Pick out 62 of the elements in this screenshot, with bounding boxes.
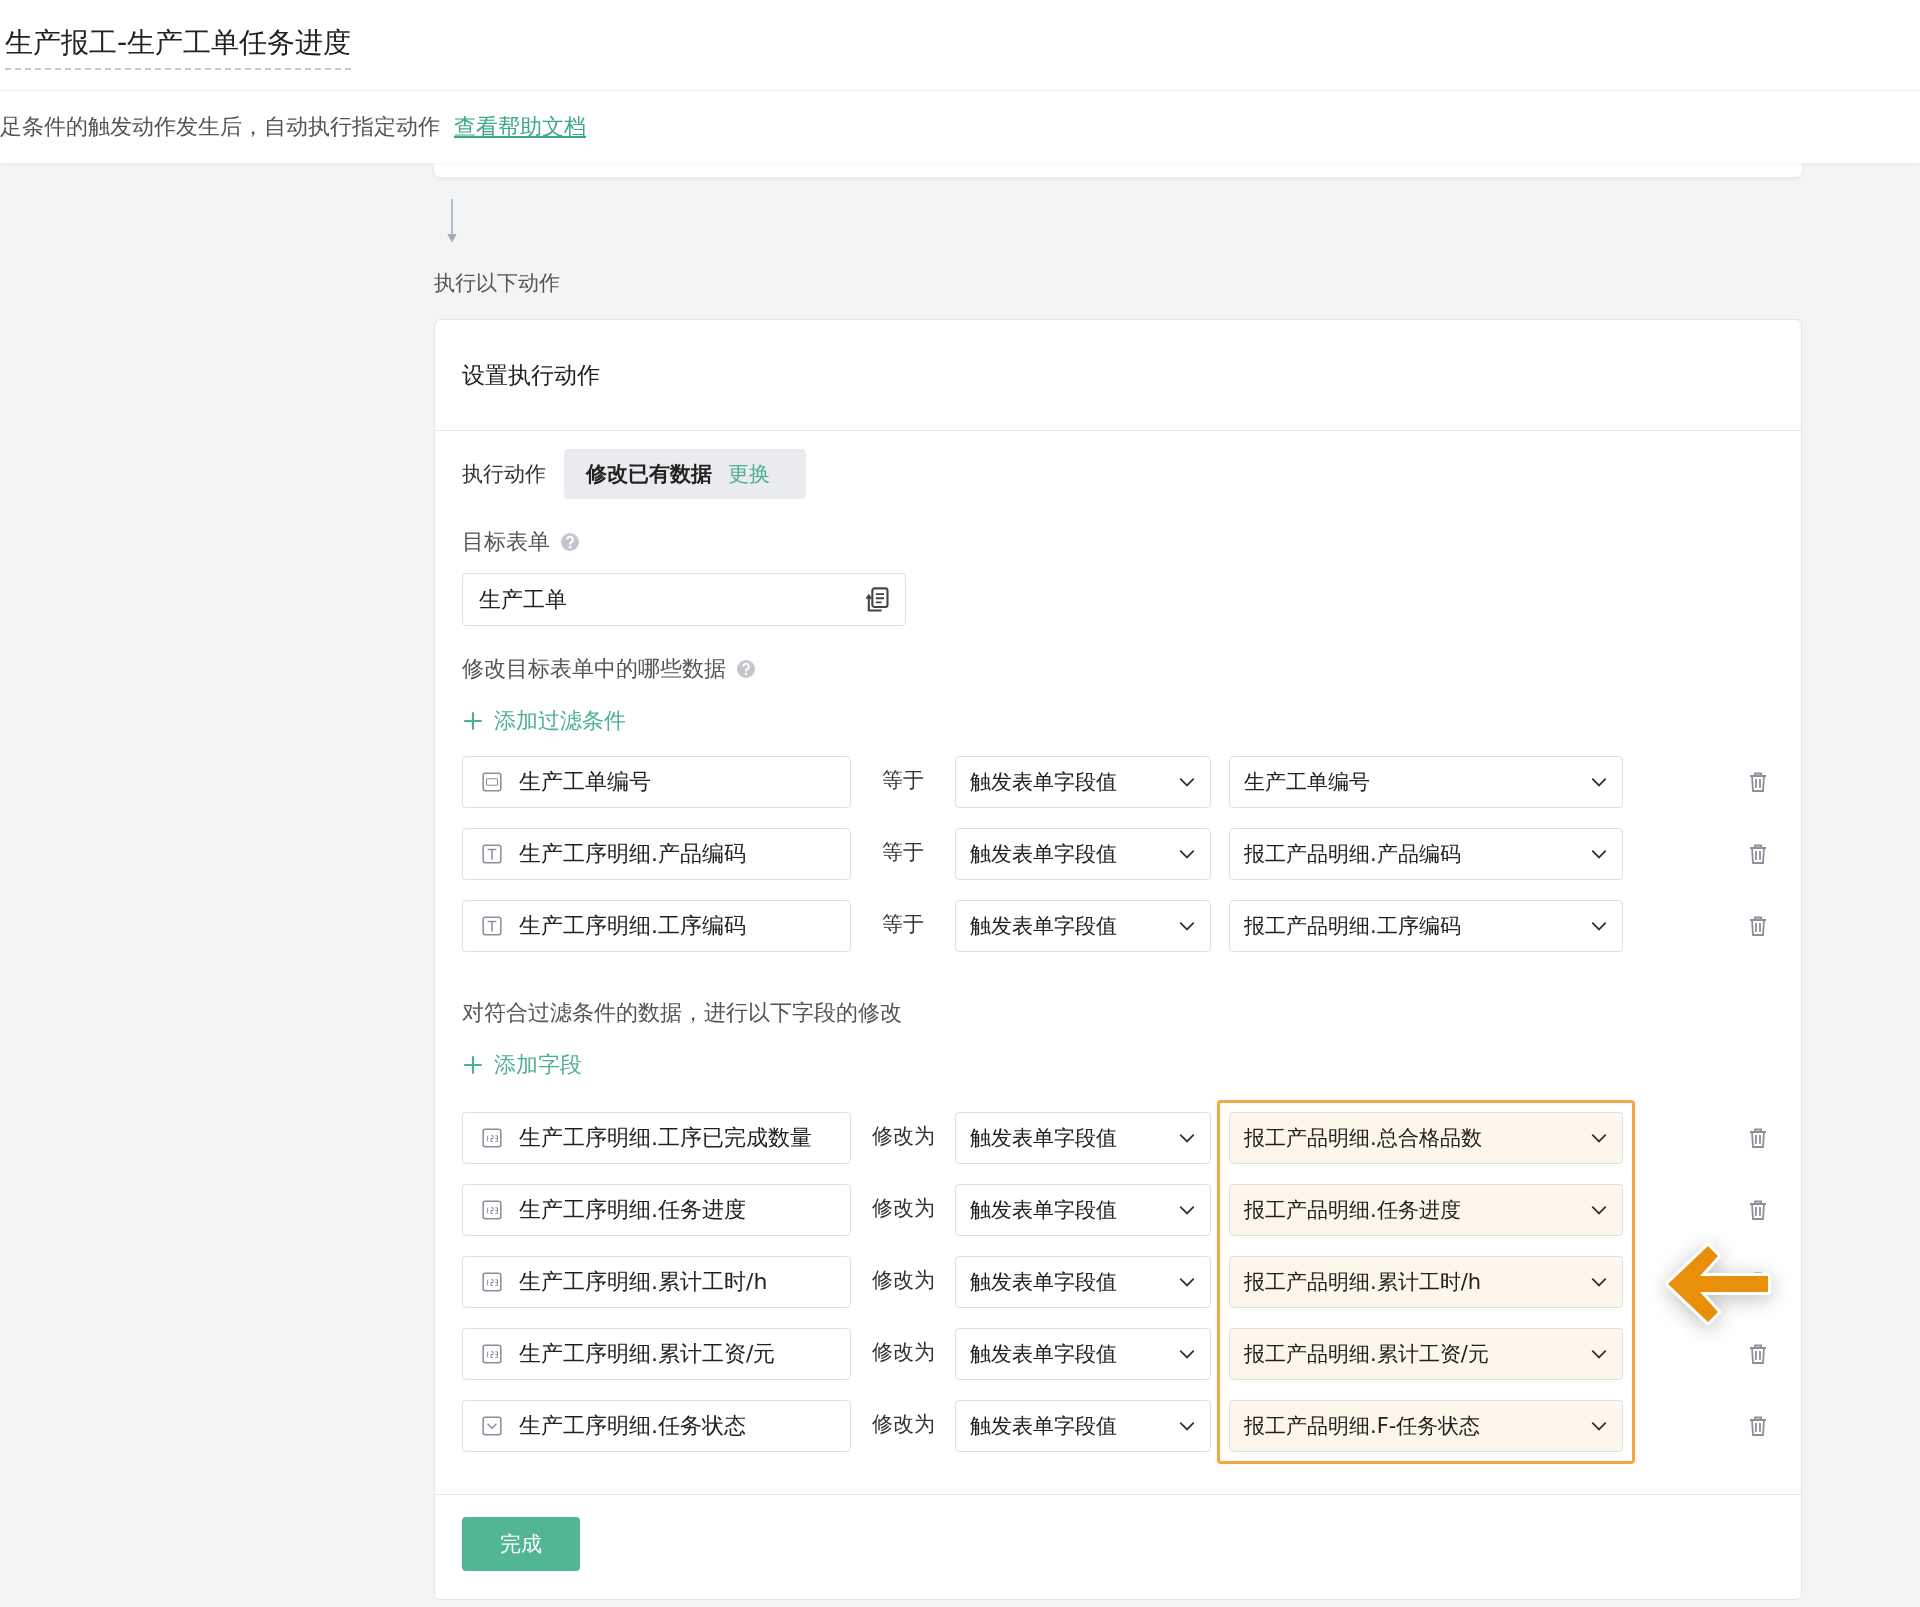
value-select[interactable]: 报工产品明细.累计工时/h	[1229, 1256, 1623, 1308]
delete-icon[interactable]	[1748, 770, 1768, 794]
source-select[interactable]: 触发表单字段值	[955, 1184, 1211, 1236]
action-value: 修改已有数据	[586, 461, 712, 488]
source-select[interactable]: 触发表单字段值	[955, 1112, 1211, 1164]
field-select[interactable]: 生产工单编号	[462, 756, 851, 808]
action-label: 执行动作	[462, 461, 546, 488]
help-icon[interactable]	[736, 659, 756, 679]
operator-label: 等于	[881, 911, 925, 938]
delete-icon[interactable]	[1748, 1198, 1768, 1222]
number-field-icon	[481, 1127, 503, 1149]
field-select[interactable]: 生产工序明细.工序已完成数量	[462, 1112, 851, 1164]
value-select[interactable]: 报工产品明细.任务进度	[1229, 1184, 1623, 1236]
source-select[interactable]: 触发表单字段值	[955, 828, 1211, 880]
field-select[interactable]: 生产工序明细.任务状态	[462, 1400, 851, 1452]
section-label: 执行以下动作	[434, 270, 561, 297]
field-select[interactable]: 生产工序明细.累计工资/元	[462, 1328, 851, 1380]
card-title: 设置执行动作	[435, 320, 1801, 431]
description-text: 足条件的触发动作发生后，自动执行指定动作	[0, 113, 440, 141]
delete-icon[interactable]	[1748, 914, 1768, 938]
value-select[interactable]: 报工产品明细.累计工资/元	[1229, 1328, 1623, 1380]
value-select[interactable]: 报工产品明细.工序编码	[1229, 900, 1623, 952]
value-select[interactable]: 生产工单编号	[1229, 756, 1623, 808]
down-arrow-icon	[446, 199, 458, 243]
delete-icon[interactable]	[1748, 1342, 1768, 1366]
plus-icon	[462, 1054, 484, 1076]
number-field-icon	[481, 1343, 503, 1365]
source-select[interactable]: 触发表单字段值	[955, 1328, 1211, 1380]
value-select[interactable]: 报工产品明细.产品编码	[1229, 828, 1623, 880]
delete-icon[interactable]	[1748, 1414, 1768, 1438]
page-title: 生产报工-生产工单任务进度	[5, 24, 352, 70]
operator-label: 等于	[881, 839, 925, 866]
text-field-icon	[481, 915, 503, 937]
source-select[interactable]: 触发表单字段值	[955, 900, 1211, 952]
value-select[interactable]: 报工产品明细.F-任务状态	[1229, 1400, 1623, 1452]
operator-label: 修改为	[870, 1411, 936, 1438]
field-select[interactable]: 生产工序明细.任务进度	[462, 1184, 851, 1236]
filter-section-label: 修改目标表单中的哪些数据	[462, 655, 726, 683]
delete-icon[interactable]	[1748, 842, 1768, 866]
update-section-label: 对符合过滤条件的数据，进行以下字段的修改	[462, 999, 903, 1027]
source-select[interactable]: 触发表单字段值	[955, 1256, 1211, 1308]
target-form-field[interactable]: 生产工单	[462, 573, 906, 626]
text-field-icon	[481, 843, 503, 865]
field-select[interactable]: 生产工序明细.工序编码	[462, 900, 851, 952]
number-field-icon	[481, 1199, 503, 1221]
source-select[interactable]: 触发表单字段值	[955, 756, 1211, 808]
operator-label: 等于	[881, 767, 925, 794]
field-select[interactable]: 生产工序明细.累计工时/h	[462, 1256, 851, 1308]
plus-icon	[462, 710, 484, 732]
number-field-icon	[481, 1271, 503, 1293]
form-picker-icon[interactable]	[863, 585, 891, 614]
source-select[interactable]: 触发表单字段值	[955, 1400, 1211, 1452]
help-icon[interactable]	[560, 532, 580, 552]
operator-label: 修改为	[870, 1267, 936, 1294]
delete-icon[interactable]	[1748, 1126, 1768, 1150]
operator-label: 修改为	[870, 1339, 936, 1366]
target-form-label: 目标表单	[462, 528, 550, 556]
dropdown-field-icon	[481, 1415, 503, 1437]
field-select[interactable]: 生产工序明细.产品编码	[462, 828, 851, 880]
operator-label: 修改为	[870, 1195, 936, 1222]
value-select[interactable]: 报工产品明细.总合格品数	[1229, 1112, 1623, 1164]
operator-label: 修改为	[870, 1123, 936, 1150]
